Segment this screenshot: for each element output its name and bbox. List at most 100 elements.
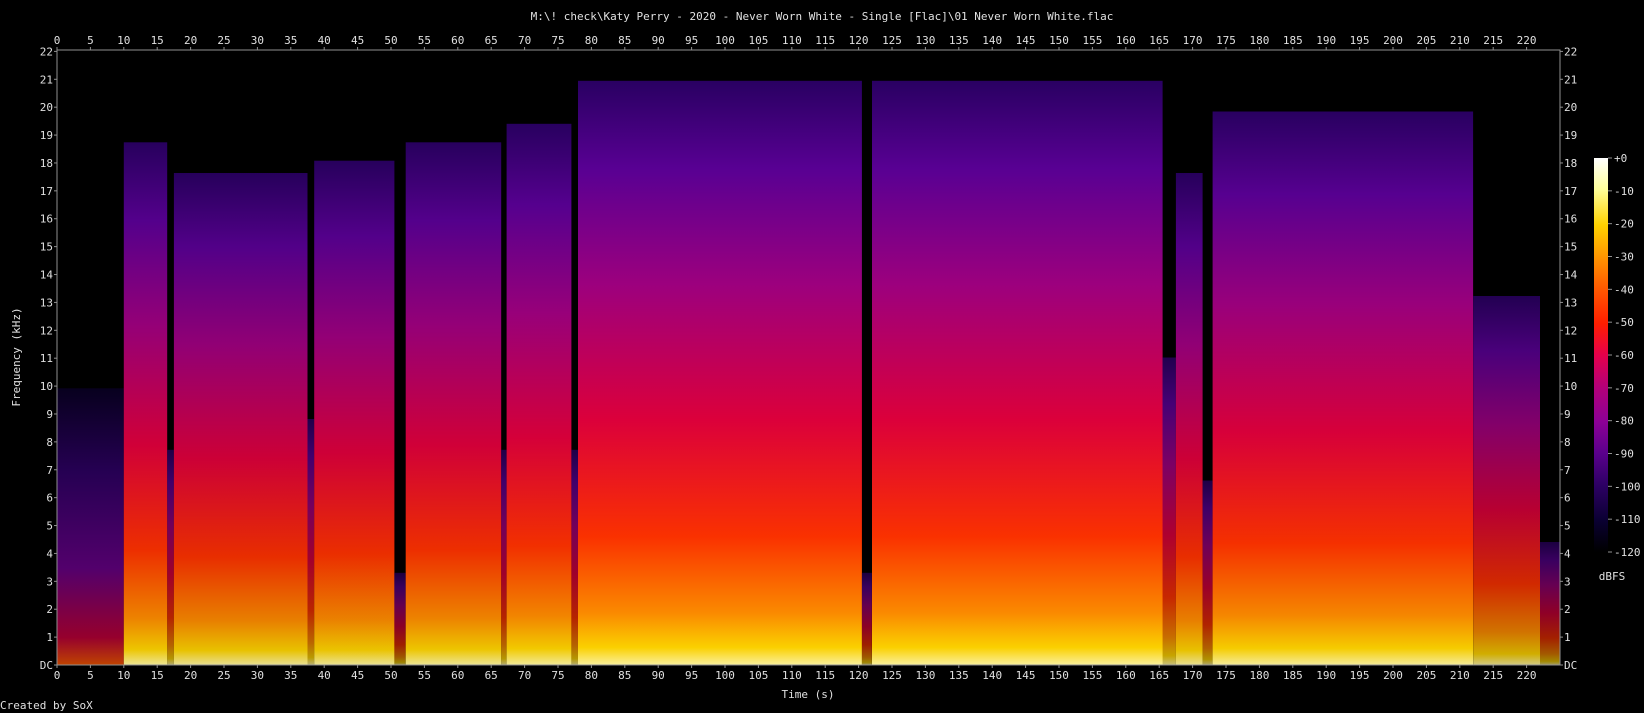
y-tick-label: 18 — [1564, 157, 1577, 170]
spectrogram-segment — [861, 572, 872, 666]
y-tick-label: 12 — [1564, 324, 1577, 337]
x-tick-label: 15 — [151, 34, 164, 47]
y-tick-label: 22 — [1564, 45, 1577, 58]
x-tick-label: 120 — [849, 34, 869, 47]
y-tick-label: 20 — [40, 101, 53, 114]
y-tick-label: 16 — [40, 213, 53, 226]
spectrogram-segment — [506, 123, 572, 666]
x-tick-label: 25 — [217, 669, 230, 682]
x-tick-label: 0 — [54, 669, 61, 682]
colorbar-tick-label: -110 — [1614, 513, 1641, 526]
x-tick-label: 0 — [54, 34, 61, 47]
x-tick-label: 150 — [1049, 669, 1069, 682]
x-tick-label: 20 — [184, 34, 197, 47]
y-tick-label: 1 — [1564, 631, 1571, 644]
x-tick-label: 135 — [949, 669, 969, 682]
x-tick-label: 45 — [351, 34, 364, 47]
y-tick-label: 8 — [46, 436, 53, 449]
x-tick-label: 185 — [1283, 669, 1303, 682]
x-tick-label: 200 — [1383, 34, 1403, 47]
y-tick-label: DC — [40, 659, 53, 672]
x-tick-label: 130 — [915, 34, 935, 47]
x-tick-label: 145 — [1016, 669, 1036, 682]
x-tick-label: 35 — [284, 669, 297, 682]
x-ticks-bottom: 0 5 10 15 20 25 30 35 40 45 50 55 60 65 70 75 80 85 90 95 10… — [54, 665, 1537, 682]
x-tick-label: 55 — [418, 34, 431, 47]
colorbar-tick-label: -70 — [1614, 382, 1634, 395]
y-tick-label: 13 — [1564, 296, 1577, 309]
x-tick-label: 180 — [1249, 34, 1269, 47]
x-tick-label: 175 — [1216, 34, 1236, 47]
y-tick-label: 9 — [1564, 408, 1571, 421]
x-tick-label: 155 — [1082, 34, 1102, 47]
spectrogram-segment — [57, 388, 124, 666]
y-tick-label: 12 — [40, 324, 53, 337]
y-tick-label: 11 — [1564, 352, 1577, 365]
y-tick-label: 22 — [40, 45, 53, 58]
x-ticks-top: 0 5 10 15 20 25 30 35 40 45 50 55 60 65 70 75 80 85 90 95 10… — [54, 34, 1537, 50]
chart-title: M:\! check\Katy Perry - 2020 - Never Wor… — [531, 10, 1114, 23]
x-tick-label: 210 — [1450, 34, 1470, 47]
spectrogram-segment — [1202, 480, 1213, 665]
x-tick-label: 210 — [1450, 669, 1470, 682]
x-tick-label: 60 — [451, 34, 464, 47]
y-tick-label: 15 — [40, 241, 53, 254]
x-tick-label: 220 — [1517, 34, 1537, 47]
y-ticks-right: DC12345678910111213141516171819202122 — [1560, 45, 1578, 672]
y-tick-label: 4 — [46, 547, 53, 560]
y-ticks-left: DC12345678910111213141516171819202122 — [40, 45, 57, 672]
colorbar-ticks: +0 -10 -20 -30 -40 -50 -60 -70 -80 -90 -100 -110 -12… — [1608, 152, 1641, 559]
colorbar-tick-label: -120 — [1614, 546, 1641, 559]
y-tick-label: 17 — [1564, 185, 1577, 198]
y-tick-label: 5 — [1564, 520, 1571, 533]
x-tick-label: 105 — [748, 669, 768, 682]
x-tick-label: 75 — [551, 669, 564, 682]
x-tick-label: 15 — [151, 669, 164, 682]
x-tick-label: 65 — [485, 669, 498, 682]
spectrogram-segment — [123, 142, 168, 666]
y-tick-label: 3 — [1564, 575, 1571, 588]
x-tick-label: 110 — [782, 669, 802, 682]
x-tick-label: 170 — [1183, 669, 1203, 682]
x-tick-label: 215 — [1483, 669, 1503, 682]
x-tick-label: 115 — [815, 669, 835, 682]
colorbar-tick-label: +0 — [1614, 152, 1627, 165]
spectrogram-segment — [314, 160, 395, 665]
x-tick-label: 10 — [117, 34, 130, 47]
x-tick-label: 165 — [1149, 669, 1169, 682]
y-tick-label: 15 — [1564, 241, 1577, 254]
spectrogram-chart: M:\! check\Katy Perry - 2020 - Never Wor… — [0, 10, 1641, 712]
colorbar-tick-label: -30 — [1614, 251, 1634, 264]
y-tick-label: 14 — [40, 269, 54, 282]
x-tick-label: 40 — [318, 34, 331, 47]
spectrogram-segment — [1175, 173, 1203, 665]
x-tick-label: 100 — [715, 34, 735, 47]
x-tick-label: 135 — [949, 34, 969, 47]
x-tick-label: 85 — [618, 34, 631, 47]
x-tick-label: 190 — [1316, 669, 1336, 682]
x-tick-label: 205 — [1416, 669, 1436, 682]
x-tick-label: 195 — [1350, 669, 1370, 682]
y-tick-label: 7 — [1564, 464, 1571, 477]
y-tick-label: 3 — [46, 575, 53, 588]
y-tick-label: 2 — [46, 603, 53, 616]
x-tick-label: 50 — [384, 34, 397, 47]
y-tick-label: 9 — [46, 408, 53, 421]
colorbar-tick-label: -100 — [1614, 480, 1641, 493]
x-tick-label: 120 — [849, 669, 869, 682]
x-tick-label: 190 — [1316, 34, 1336, 47]
x-tick-label: 90 — [652, 34, 665, 47]
spectrogram-segment — [1540, 542, 1560, 665]
colorbar-tick-label: -50 — [1614, 316, 1634, 329]
spectrogram-segment — [578, 80, 862, 666]
x-tick-label: 180 — [1249, 669, 1269, 682]
y-tick-label: 16 — [1564, 213, 1577, 226]
x-tick-label: 75 — [551, 34, 564, 47]
x-tick-label: 185 — [1283, 34, 1303, 47]
x-tick-label: 30 — [251, 669, 264, 682]
x-tick-label: 50 — [384, 669, 397, 682]
colorbar-tick-label: -10 — [1614, 185, 1634, 198]
y-tick-label: 21 — [40, 73, 53, 86]
colorbar-tick-label: -20 — [1614, 218, 1634, 231]
x-tick-label: 100 — [715, 669, 735, 682]
